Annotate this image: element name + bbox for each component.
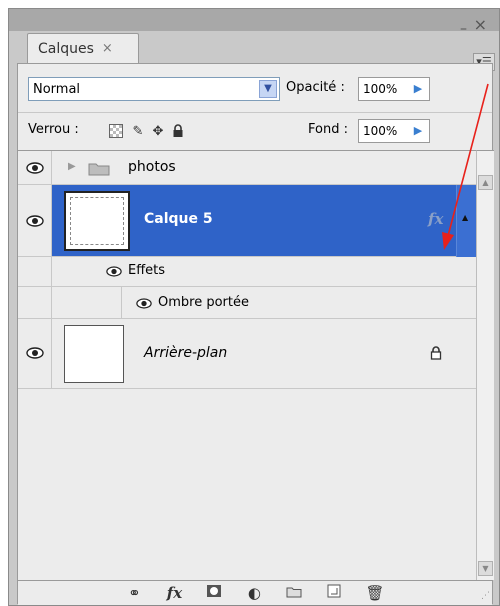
eye-icon[interactable]	[26, 215, 44, 227]
expand-triangle-icon[interactable]: ▶	[68, 161, 76, 172]
fill-field[interactable]: 100% ▶	[358, 119, 430, 143]
lock-position-icon[interactable]: ✥	[150, 123, 166, 139]
visibility-spacer	[18, 287, 52, 318]
drop-shadow-row[interactable]: Ombre portée	[18, 287, 476, 319]
layers-list: ▶ photos Calque 5 fx ▲ Effets Ombre port…	[18, 150, 476, 580]
visibility-spacer	[18, 257, 52, 286]
opacity-arrow-icon[interactable]: ▶	[409, 80, 427, 98]
effects-expand-toggle[interactable]: ▲	[456, 185, 476, 257]
minimize-icon[interactable]: –	[460, 21, 467, 37]
effects-label: Effets	[128, 263, 166, 278]
fill-label: Fond :	[308, 122, 348, 137]
fill-value: 100%	[363, 124, 398, 138]
panel-content: Normal ▼ Opacité : 100% ▶ Verrou : ✎ ✥ F…	[17, 63, 494, 605]
eye-icon[interactable]	[26, 347, 44, 359]
lock-all-icon[interactable]	[170, 123, 186, 139]
trash-icon[interactable]: 🗑	[365, 584, 384, 602]
opacity-label: Opacité :	[286, 80, 345, 95]
effects-row[interactable]: Effets	[18, 257, 476, 287]
link-icon[interactable]: ⚭	[125, 584, 143, 602]
mask-icon[interactable]	[205, 584, 223, 602]
layer-group-photos[interactable]: ▶ photos	[18, 151, 476, 185]
adjustment-icon[interactable]: ◐	[245, 584, 263, 602]
lock-pixels-icon[interactable]: ✎	[130, 123, 146, 139]
eye-icon[interactable]	[136, 298, 152, 309]
folder-icon[interactable]	[285, 584, 303, 602]
opacity-value: 100%	[363, 82, 398, 96]
fx-icon[interactable]: fx	[428, 210, 443, 228]
folder-icon	[88, 163, 110, 176]
bottom-toolbar: ⚭ fx ◐ 🗑	[18, 580, 492, 605]
layer-background[interactable]: Arrière-plan	[18, 319, 476, 389]
panel-title-strip	[9, 9, 499, 31]
layer-name: Calque 5	[144, 211, 213, 227]
opacity-field[interactable]: 100% ▶	[358, 77, 430, 101]
lock-label: Verrou :	[28, 122, 79, 137]
scroll-up-icon[interactable]: ▲	[478, 175, 493, 190]
visibility-toggle[interactable]	[18, 185, 52, 256]
blend-mode-value: Normal	[33, 81, 81, 97]
lock-icon	[430, 346, 442, 360]
resize-grip-icon[interactable]: ⋰	[481, 591, 490, 601]
fill-arrow-icon[interactable]: ▶	[409, 122, 427, 140]
layer-name: Arrière-plan	[144, 345, 228, 361]
fx-icon[interactable]: fx	[165, 584, 183, 602]
layer-calque-5[interactable]: Calque 5 fx ▲	[18, 185, 476, 257]
close-icon[interactable]: ×	[474, 15, 487, 34]
eye-icon[interactable]	[106, 266, 122, 277]
drop-shadow-label: Ombre portée	[158, 295, 249, 310]
tab-label: Calques	[38, 40, 94, 57]
blend-mode-select[interactable]: Normal ▼	[28, 77, 280, 101]
layer-thumbnail	[64, 191, 130, 251]
lock-transparency-icon[interactable]	[108, 123, 124, 139]
collapse-triangle-icon[interactable]: ▲	[462, 213, 468, 222]
new-layer-icon[interactable]	[325, 584, 343, 602]
layers-panel: – × Calques × ▾☰ Normal ▼ Opacité : 100%…	[8, 8, 500, 606]
lock-fill-row: Verrou : ✎ ✥ Fond : 100% ▶	[18, 112, 492, 146]
layer-name: photos	[128, 159, 176, 175]
eye-icon[interactable]	[26, 162, 44, 174]
vertical-scrollbar[interactable]: ▲ ▼	[476, 150, 494, 580]
tab-layers[interactable]: Calques ×	[27, 33, 139, 63]
scroll-down-icon[interactable]: ▼	[478, 561, 493, 576]
visibility-toggle[interactable]	[18, 151, 52, 184]
tab-close-icon[interactable]: ×	[102, 41, 113, 56]
visibility-toggle[interactable]	[18, 319, 52, 388]
blend-opacity-row: Normal ▼ Opacité : 100% ▶	[18, 74, 492, 104]
layer-thumbnail	[64, 325, 124, 383]
chevron-down-icon[interactable]: ▼	[259, 80, 277, 98]
